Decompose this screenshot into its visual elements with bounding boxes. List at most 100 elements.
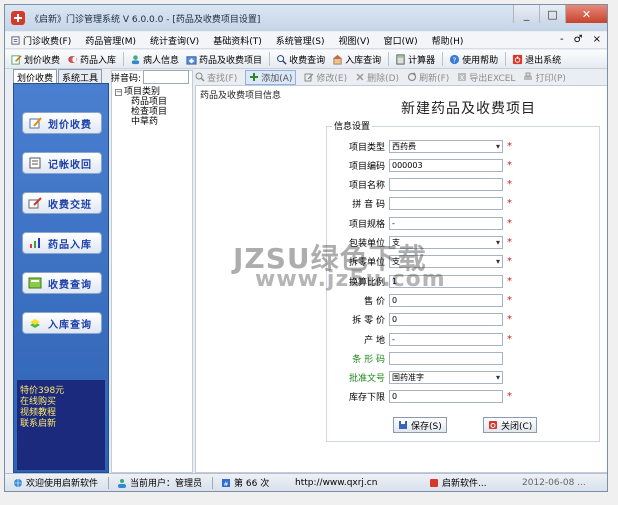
stock-lower-limit-label: 库存下限 bbox=[348, 393, 385, 404]
export-excel-button[interactable]: X 导出EXCEL bbox=[457, 71, 515, 84]
pinyin-code-input[interactable] bbox=[389, 197, 503, 211]
item-code-label: 项目编码 bbox=[348, 161, 385, 172]
form-row-stock-lower-limit: 库存下限 0 * bbox=[327, 390, 601, 404]
delete-icon bbox=[356, 73, 364, 81]
window-title: 《启新》门诊管理系统 V 6.0.0.0 - [药品及收费项目设置] bbox=[30, 14, 261, 25]
nav-shift-handover-button[interactable]: 收费交班 bbox=[22, 192, 102, 214]
required-marker: * bbox=[507, 237, 512, 248]
pinyin-search-label: 拼音码: bbox=[111, 73, 142, 84]
price-input[interactable]: 0 bbox=[389, 293, 503, 307]
minimize-button[interactable]: _ bbox=[513, 5, 539, 23]
toolbar-exit-button[interactable]: 退出系统 bbox=[512, 53, 561, 66]
category-tree-panel bbox=[111, 70, 193, 473]
item-code-input[interactable]: 000003 bbox=[389, 158, 503, 172]
promo-box[interactable]: 特价398元 在线购买 视频教程 联系启新 bbox=[17, 380, 105, 470]
toolbar-stock-query-button[interactable]: 入库查询 bbox=[332, 53, 381, 66]
tree-item-drugs[interactable]: 药品项目 bbox=[131, 97, 167, 107]
close-form-button[interactable]: 关闭(C) bbox=[483, 417, 538, 433]
required-marker: * bbox=[507, 314, 512, 326]
refresh-icon bbox=[407, 72, 417, 82]
form-row-item-name: 项目名称 * bbox=[327, 178, 601, 192]
origin-input[interactable]: - bbox=[389, 332, 503, 346]
form-row-origin: 产 地 - * bbox=[327, 332, 601, 346]
split-price-input[interactable]: 0 bbox=[389, 313, 503, 327]
group-title: 信息设置 bbox=[332, 119, 373, 132]
tab-pricing[interactable]: 划价收费 bbox=[13, 69, 58, 84]
pinyin-search-input[interactable] bbox=[143, 70, 190, 84]
delete-button[interactable]: 删除(D) bbox=[355, 71, 399, 84]
tree-item-herbs[interactable]: 中草药 bbox=[131, 117, 167, 127]
refresh-button[interactable]: 刷新(F) bbox=[407, 71, 449, 84]
item-spec-input[interactable]: - bbox=[389, 216, 503, 230]
patient-icon bbox=[131, 54, 140, 64]
approval-number-select[interactable]: 国药准字 bbox=[389, 371, 503, 385]
toolbar-fee-query-button[interactable]: 收费查询 bbox=[276, 53, 325, 66]
toolbar-pricing-button[interactable]: 划价收费 bbox=[11, 53, 60, 66]
collapse-icon[interactable]: − bbox=[115, 88, 122, 96]
nav-pricing-button[interactable]: 划价收费 bbox=[22, 112, 102, 134]
main-window: 《启新》门诊管理系统 V 6.0.0.0 - [药品及收费项目设置] _ □ ✕… bbox=[4, 4, 608, 492]
menu-drug-management[interactable]: 药品管理(M) bbox=[85, 34, 136, 47]
menu-help[interactable]: 帮助(H) bbox=[432, 34, 464, 47]
svg-text:?: ? bbox=[453, 55, 457, 64]
add-button[interactable]: 添加(A) bbox=[245, 69, 297, 85]
tab-system-tools[interactable]: 系统工具 bbox=[58, 69, 103, 84]
save-button[interactable]: 保存(S) bbox=[393, 417, 447, 433]
status-login-count: # 第 66 次 bbox=[221, 476, 269, 489]
menu-window[interactable]: 窗口(W) bbox=[384, 34, 418, 47]
menu-view[interactable]: 视图(V) bbox=[338, 34, 369, 47]
mdi-controls: - ♂ × bbox=[560, 34, 601, 45]
mdi-minimize-button[interactable]: - bbox=[560, 34, 564, 45]
find-button[interactable]: 查找(F) bbox=[195, 71, 237, 84]
edit-button[interactable]: 修改(E) bbox=[304, 71, 347, 84]
nav-fee-query-button[interactable]: 收费查询 bbox=[22, 272, 102, 294]
mdi-restore-button[interactable]: ♂ bbox=[574, 34, 583, 45]
toolbar-drug-stock-button[interactable]: 药品入库 bbox=[67, 53, 116, 66]
barcode-input[interactable] bbox=[389, 351, 503, 365]
maximize-button[interactable]: □ bbox=[539, 5, 565, 23]
toolbar-drug-items-button[interactable]: 药品及收费项目 bbox=[186, 53, 262, 66]
menu-statistics[interactable]: 统计查询(V) bbox=[150, 34, 199, 47]
required-marker: * bbox=[507, 217, 512, 229]
item-name-input[interactable] bbox=[389, 178, 503, 192]
close-window-button[interactable]: ✕ bbox=[565, 5, 607, 23]
toolbar-help-button[interactable]: ? 使用帮助 bbox=[449, 53, 498, 66]
status-bar: 欢迎使用启新软件 当前用户：管理员 # 第 66 次 http://www.qx… bbox=[5, 473, 607, 491]
item-type-label: 项目类型 bbox=[348, 142, 385, 153]
status-website-link[interactable]: http://www.qxrj.cn bbox=[295, 478, 377, 488]
menu-basic-data[interactable]: 基础资料(T) bbox=[213, 34, 262, 47]
tree-root-item-category[interactable]: − 项目类别 bbox=[115, 87, 167, 97]
form-row-split-price: 拆 零 价 0 * bbox=[327, 313, 601, 327]
required-marker: * bbox=[507, 391, 512, 403]
handover-icon bbox=[28, 197, 42, 209]
promo-buy-online[interactable]: 在线购买 bbox=[20, 397, 102, 408]
item-name-label: 项目名称 bbox=[348, 181, 385, 192]
toolbar-calculator-button[interactable]: 计算器 bbox=[395, 53, 435, 66]
fee-query-icon bbox=[28, 277, 42, 289]
promo-video-tutorial[interactable]: 视频教程 bbox=[20, 408, 102, 419]
promo-price[interactable]: 特价398元 bbox=[20, 386, 102, 397]
stock-lower-limit-input[interactable]: 0 bbox=[389, 390, 503, 404]
tree-item-exams[interactable]: 检查项目 bbox=[131, 107, 167, 117]
print-button[interactable]: 打印(P) bbox=[523, 71, 566, 84]
nav-drug-stock-button[interactable]: 药品入库 bbox=[22, 232, 102, 254]
promo-contact[interactable]: 联系启新 bbox=[20, 419, 102, 430]
nav-account-recover-button[interactable]: 记帐收回 bbox=[22, 152, 102, 174]
item-type-select[interactable]: 西药费 bbox=[389, 139, 503, 153]
plus-icon bbox=[250, 73, 259, 81]
menu-outpatient-fee[interactable]: 门诊收费(F) bbox=[11, 34, 71, 47]
toolbar-patient-info-button[interactable]: 病人信息 bbox=[130, 53, 179, 66]
item-spec-label: 项目规格 bbox=[348, 219, 385, 230]
nav-stock-query-button[interactable]: 入库查询 bbox=[22, 312, 102, 334]
status-user: 当前用户：管理员 bbox=[117, 476, 202, 489]
mdi-close-button[interactable]: × bbox=[593, 34, 601, 45]
stack-icon bbox=[30, 319, 40, 328]
form-row-item-type: 项目类型西药费 * bbox=[327, 139, 601, 153]
price-label: 售 价 bbox=[364, 296, 385, 307]
ledger-icon bbox=[29, 157, 41, 169]
menu-system-management[interactable]: 系统管理(S) bbox=[276, 34, 325, 47]
form-row-item-code: 项目编码 000003 * bbox=[327, 158, 601, 172]
required-marker: * bbox=[507, 333, 512, 345]
status-company: 启新软件... bbox=[429, 476, 487, 489]
form-row-barcode: 条 形 码 bbox=[327, 351, 601, 365]
